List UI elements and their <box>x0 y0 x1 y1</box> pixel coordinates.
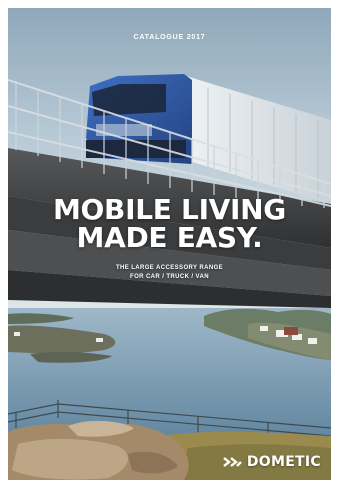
subheadline: THE LARGE ACCESSORY RANGE FOR CAR / TRUC… <box>8 264 331 282</box>
dometic-chevron-logo-icon <box>223 457 242 467</box>
dometic-logo: DOMETIC <box>223 454 321 470</box>
headline-line-1: MOBILE LIVING <box>52 193 286 226</box>
catalogue-page: CATALOGUE 2017 MOBILE LIVING MADE EASY. … <box>0 0 339 488</box>
headline: MOBILE LIVING MADE EASY. <box>8 196 331 252</box>
brand-name: DOMETIC <box>246 454 321 470</box>
subheadline-line-2: FOR CAR / TRUCK / VAN <box>130 274 209 280</box>
headline-line-2: MADE EASY. <box>76 221 263 254</box>
catalogue-year-label: CATALOGUE 2017 <box>133 34 206 41</box>
catalogue-cover: CATALOGUE 2017 MOBILE LIVING MADE EASY. … <box>8 8 331 480</box>
subheadline-line-1: THE LARGE ACCESSORY RANGE <box>115 265 224 271</box>
